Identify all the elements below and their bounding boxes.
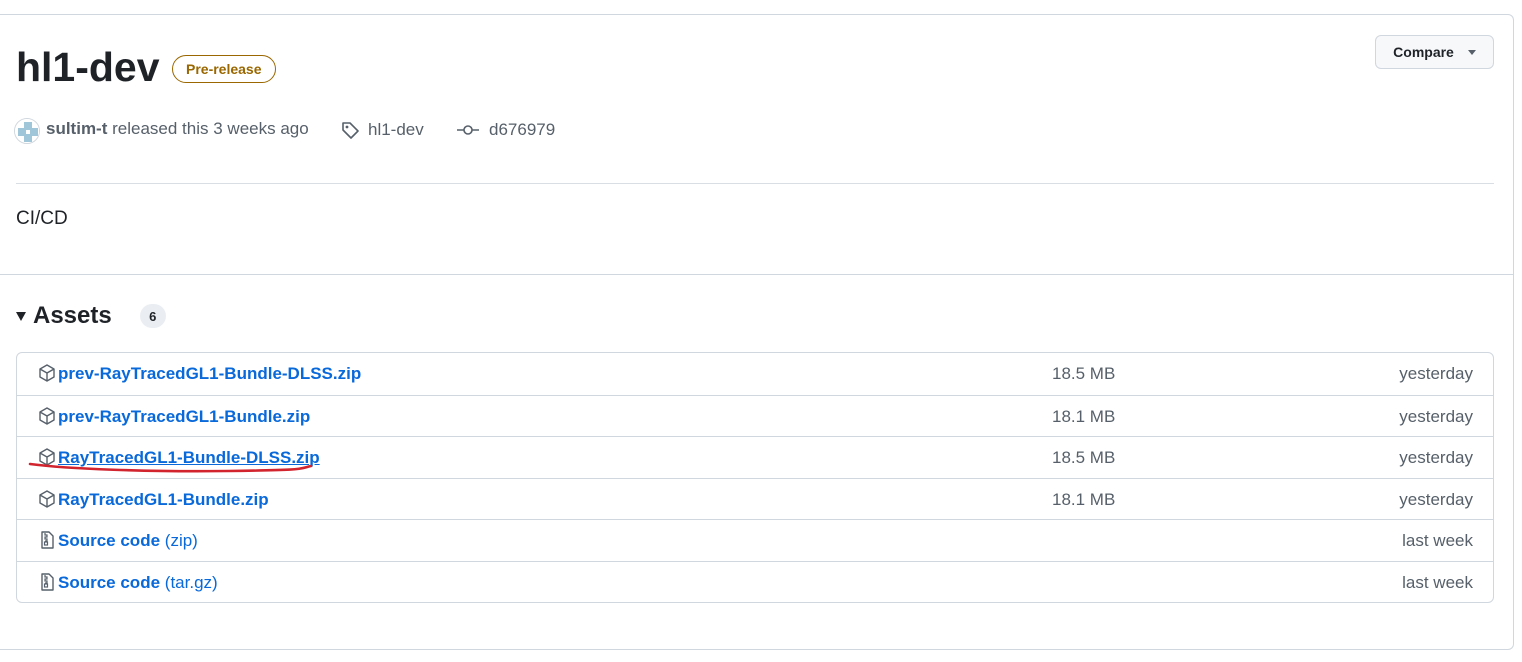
release-title[interactable]: hl1-dev bbox=[16, 41, 160, 93]
asset-date: yesterday bbox=[1399, 406, 1473, 426]
asset-link[interactable]: prev-RayTracedGL1-Bundle.zip bbox=[58, 407, 310, 427]
git-commit-icon bbox=[457, 125, 479, 135]
asset-link[interactable]: RayTracedGL1-Bundle-DLSS.zip bbox=[58, 448, 320, 468]
tag-label: hl1-dev bbox=[368, 120, 424, 139]
compare-label: Compare bbox=[1393, 44, 1454, 60]
file-zip-icon bbox=[41, 531, 54, 549]
tag-link[interactable]: hl1-dev bbox=[340, 120, 424, 140]
file-zip-icon bbox=[41, 572, 54, 591]
asset-date: last week bbox=[1402, 531, 1473, 550]
asset-row: RayTracedGL1-Bundle.zip 18.1 MB yesterda… bbox=[17, 477, 1493, 520]
asset-size: 18.5 MB bbox=[1052, 364, 1116, 383]
package-icon bbox=[39, 406, 55, 425]
release-body: CI/CD bbox=[16, 208, 68, 229]
asset-size: 18.1 MB bbox=[1052, 489, 1116, 509]
package-icon bbox=[39, 364, 55, 382]
asset-list: prev-RayTracedGL1-Bundle-DLSS.zip 18.5 M… bbox=[16, 352, 1494, 603]
triangle-down-icon bbox=[16, 311, 26, 321]
asset-row: Source code (tar.gz) last week bbox=[17, 560, 1493, 603]
author-link[interactable]: sultim-t bbox=[46, 119, 107, 138]
divider bbox=[16, 183, 1494, 184]
asset-link[interactable]: prev-RayTracedGL1-Bundle-DLSS.zip bbox=[58, 364, 361, 384]
asset-date: last week bbox=[1402, 572, 1473, 592]
assets-count-badge: 6 bbox=[139, 304, 166, 328]
compare-button[interactable]: Compare bbox=[1375, 35, 1494, 69]
package-icon bbox=[39, 448, 55, 466]
commit-sha: d676979 bbox=[489, 120, 556, 139]
asset-row: prev-RayTracedGL1-Bundle.zip 18.1 MB yes… bbox=[17, 394, 1493, 437]
asset-row: Source code (zip) last week bbox=[17, 519, 1493, 561]
asset-size: 18.5 MB bbox=[1052, 448, 1116, 467]
tag-icon bbox=[342, 122, 359, 139]
pre-release-badge: Pre-release bbox=[172, 55, 276, 83]
asset-row: prev-RayTracedGL1-Bundle-DLSS.zip 18.5 M… bbox=[17, 353, 1493, 395]
divider bbox=[0, 274, 1514, 275]
package-icon bbox=[39, 489, 55, 508]
release-author-line: sultim-t released this 3 weeks ago bbox=[46, 119, 309, 139]
asset-link[interactable]: Source code (zip) bbox=[58, 531, 198, 551]
asset-size: 18.1 MB bbox=[1052, 406, 1116, 426]
asset-link[interactable]: RayTracedGL1-Bundle.zip bbox=[58, 490, 269, 510]
commit-link[interactable]: d676979 bbox=[457, 120, 555, 140]
asset-link[interactable]: Source code (tar.gz) bbox=[58, 573, 218, 593]
avatar[interactable] bbox=[14, 118, 40, 144]
asset-date: yesterday bbox=[1399, 448, 1473, 467]
released-text: released this 3 weeks ago bbox=[112, 119, 309, 138]
asset-date: yesterday bbox=[1399, 364, 1473, 383]
caret-down-icon bbox=[1467, 49, 1476, 55]
asset-row: RayTracedGL1-Bundle-DLSS.zip 18.5 MB yes… bbox=[17, 436, 1493, 478]
assets-title: Assets bbox=[33, 302, 112, 329]
assets-toggle[interactable]: Assets 6 bbox=[16, 300, 166, 332]
asset-date: yesterday bbox=[1399, 489, 1473, 509]
